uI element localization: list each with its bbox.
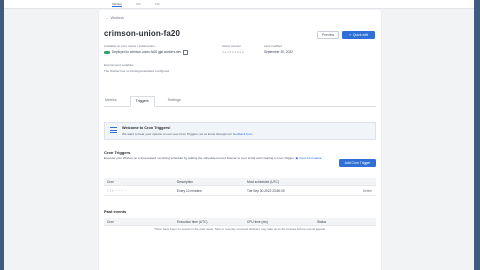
version-value: 5 a 3 0 b 4 6 a 3 [222,50,244,54]
copy-icon[interactable] [183,50,188,55]
cron-expression: */10 * * * * [104,185,174,196]
routes-value: Deployed to crimson-union-fa20.gjai.work… [104,50,188,55]
cron-description: Execute your Worker on a time-based, rec… [104,156,336,161]
arrow-left-icon: ← [105,16,109,20]
preview-button[interactable]: Preview [317,31,339,39]
table-row: */10 * * * * Every 10 minutes Tue Sep 30… [104,185,376,196]
version-label: Active Version [222,44,242,48]
modified-label: Last modified [264,44,282,48]
window-frame-right [474,0,480,270]
cron-triggers-title: Cron Triggers [104,150,131,155]
column-header: CPU time (ms) [244,218,314,226]
table-header: Cron Description Most scheduled (UTC) [104,178,376,186]
info-icon: ▣ [295,156,299,160]
top-tabs: Version Tab Tab [112,0,160,8]
worker-tabs: Metrics Triggers Settings [104,96,376,107]
routes-label: Available on your routes / subdomains [104,44,155,48]
cron-welcome-banner: Welcome to Cron Triggers! We want to hea… [104,122,376,140]
column-header: Execution time (UTC) [174,218,244,226]
tab-settings[interactable]: Settings [167,96,182,106]
column-header: Description [174,178,244,186]
list-icon [110,127,117,133]
breadcrumb-workers[interactable]: Workers [111,16,124,20]
add-cron-trigger-button[interactable]: Add Cron Trigger [339,159,376,167]
env-value: The Worker has no bindings/variables con… [104,69,170,73]
column-header-actions [343,178,376,186]
tab-triggers[interactable]: Triggers [129,96,155,107]
banner-title: Welcome to Cron Triggers! [122,126,171,130]
quick-edit-label: Quick edit [352,33,368,37]
top-tab[interactable]: Tab [136,2,141,6]
column-header: Status [314,218,376,226]
column-header: Cron [104,218,174,226]
page-title: crimson-union-fa20 [104,29,181,38]
banner-text: We want to hear your opinion on our new … [122,132,252,136]
cron-row-next: Tue Sep 30 2022 23:50:00 [244,185,343,196]
window-frame-left [0,0,4,270]
top-tab[interactable]: Tab [155,2,160,6]
routes-value-text[interactable]: Deployed to crimson-union-fa20.gjai.work… [112,50,181,54]
tab-metrics[interactable]: Metrics [104,96,118,106]
code-icon: ‹› [349,33,352,37]
quick-edit-button[interactable]: ‹› Quick edit [342,31,375,39]
past-events-empty: There have been no events in the past we… [154,227,326,231]
top-tab[interactable]: Version [112,2,123,7]
cron-description-text: Execute your Worker on a time-based, rec… [104,156,295,160]
feedback-link[interactable]: feedback form [233,132,253,136]
top-nav: Version Tab Tab [4,0,474,9]
column-header: Most scheduled (UTC) [244,178,343,186]
banner-text-body: We want to hear your opinion on our new … [122,132,233,136]
column-header: Cron [104,178,174,186]
table-header: Cron Execution time (UTC) CPU time (ms) … [104,218,376,226]
docs-link-label: View Information [299,156,323,160]
docs-link[interactable]: ▣ View Information [295,156,322,160]
cron-row-description: Every 10 minutes [174,185,244,196]
worker-page: ← Workers crimson-union-fa20 Preview ‹› … [98,10,382,270]
past-events-title: Past events [104,209,127,214]
past-events-table: Cron Execution time (UTC) CPU time (ms) … [104,218,376,226]
breadcrumb[interactable]: ← Workers [105,16,124,20]
cron-table: Cron Description Most scheduled (UTC) */… [104,178,376,196]
delete-button[interactable]: Delete [343,185,376,196]
toggle-icon[interactable] [104,50,110,54]
env-label: Environment variables [104,63,134,67]
modified-value: September 30, 2022 [264,50,293,54]
